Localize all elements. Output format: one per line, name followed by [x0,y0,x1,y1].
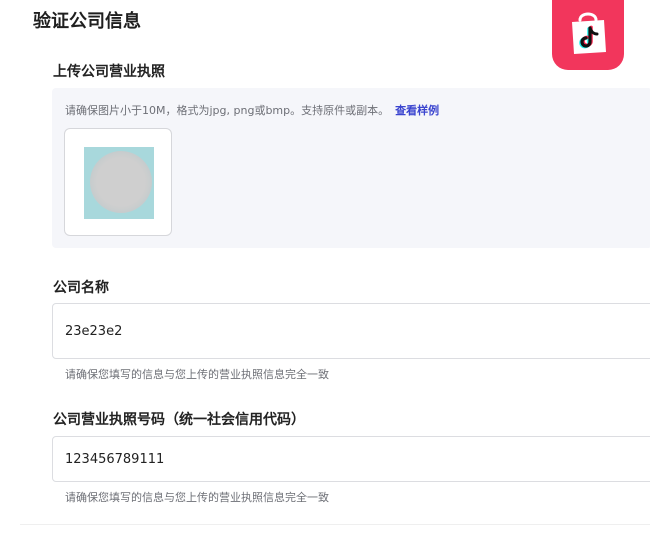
tiktok-shop-logo [552,0,624,70]
license-upload-label: 上传公司营业执照 [53,64,165,80]
company-name-value: 23e23e2 [65,323,123,339]
upload-hint-text: 请确保图片小于10M，格式为jpg, png或bmp。支持原件或副本。 [65,104,390,117]
license-number-value: 123456789111 [65,451,165,467]
license-image-thumbnail [84,147,154,219]
view-sample-link[interactable]: 查看样例 [395,104,439,117]
shopping-bag-icon [572,12,606,54]
company-name-label: 公司名称 [53,280,109,296]
company-name-input[interactable]: 23e23e2 [52,303,650,359]
license-number-helper: 请确保您填写的信息与您上传的营业执照信息完全一致 [65,491,329,504]
page-title: 验证公司信息 [33,11,141,32]
company-name-helper: 请确保您填写的信息与您上传的营业执照信息完全一致 [65,368,329,381]
thumbnail-placeholder-blob [90,151,152,213]
upload-hint: 请确保图片小于10M，格式为jpg, png或bmp。支持原件或副本。 查看样例 [65,102,439,118]
license-number-label: 公司营业执照号码（统一社会信用代码） [53,412,305,428]
bottom-divider [20,524,650,525]
uploaded-license-thumbnail[interactable] [64,128,172,236]
verify-company-page: 验证公司信息 上传公司营业执照 请确保图片小于10M，格式为jpg, png或b… [0,0,650,541]
license-number-input[interactable]: 123456789111 [52,436,650,482]
license-upload-panel: 请确保图片小于10M，格式为jpg, png或bmp。支持原件或副本。 查看样例 [52,88,650,248]
